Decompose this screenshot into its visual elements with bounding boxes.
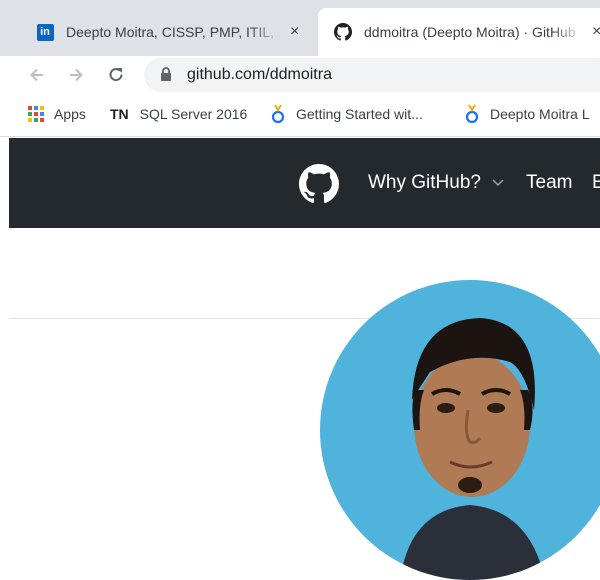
reload-icon [109,68,123,82]
bookmark-deepto[interactable]: Deepto Moitra L [464,94,590,134]
tab-title: Deepto Moitra, CISSP, PMP, ITIL, ... [66,24,282,40]
github-logo-icon[interactable] [299,164,339,209]
tab-title: ddmoitra (Deepto Moitra) · GitHub [364,24,576,40]
bookmarks-bar: Apps TN SQL Server 2016 Getting Started … [0,94,600,137]
linkedin-icon: in [36,23,54,41]
apps-grid-icon [28,106,44,122]
back-button[interactable] [23,62,51,88]
nav-enterprise[interactable]: E [592,172,600,194]
profile-avatar[interactable] [320,280,600,580]
url-text: github.com/ddmoitra [187,66,332,83]
person-photo [400,318,545,580]
lock-icon [160,67,172,87]
bookmark-label: SQL Server 2016 [139,106,248,122]
github-icon [334,23,352,41]
reload-button[interactable] [102,62,130,88]
back-arrow-icon [30,68,43,82]
bookmark-label: Apps [54,106,86,122]
nav-team[interactable]: Team [526,172,572,194]
tab-close-button[interactable]: × [592,23,600,41]
tab-close-button[interactable]: × [290,23,299,41]
linkedin-logo-text: in [36,23,54,41]
browser-toolbar: github.com/ddmoitra [0,56,600,94]
bookmark-apps[interactable]: Apps [28,94,86,134]
github-header: Why GitHub? Team E [9,138,600,228]
bookmark-label: Getting Started wit... [296,106,423,122]
chevron-down-icon [492,179,504,187]
bookmark-getting-started[interactable]: Getting Started wit... [270,94,423,134]
tab-github[interactable]: ddmoitra (Deepto Moitra) · GitHub × [318,8,600,56]
bookmark-label: Deepto Moitra L [490,106,590,122]
ring-icon [464,104,480,124]
tab-linkedin[interactable]: in Deepto Moitra, CISSP, PMP, ITIL, ... … [10,8,318,56]
address-bar[interactable]: github.com/ddmoitra [144,58,600,92]
tab-strip: in Deepto Moitra, CISSP, PMP, ITIL, ... … [0,0,600,56]
forward-arrow-icon [70,68,83,82]
tn-icon: TN [110,106,129,122]
nav-why-github[interactable]: Why GitHub? [368,172,505,194]
bookmark-sql-server[interactable]: TN SQL Server 2016 [110,94,247,134]
forward-button[interactable] [62,62,90,88]
ring-icon [270,104,286,124]
nav-label: Why GitHub? [368,172,481,193]
